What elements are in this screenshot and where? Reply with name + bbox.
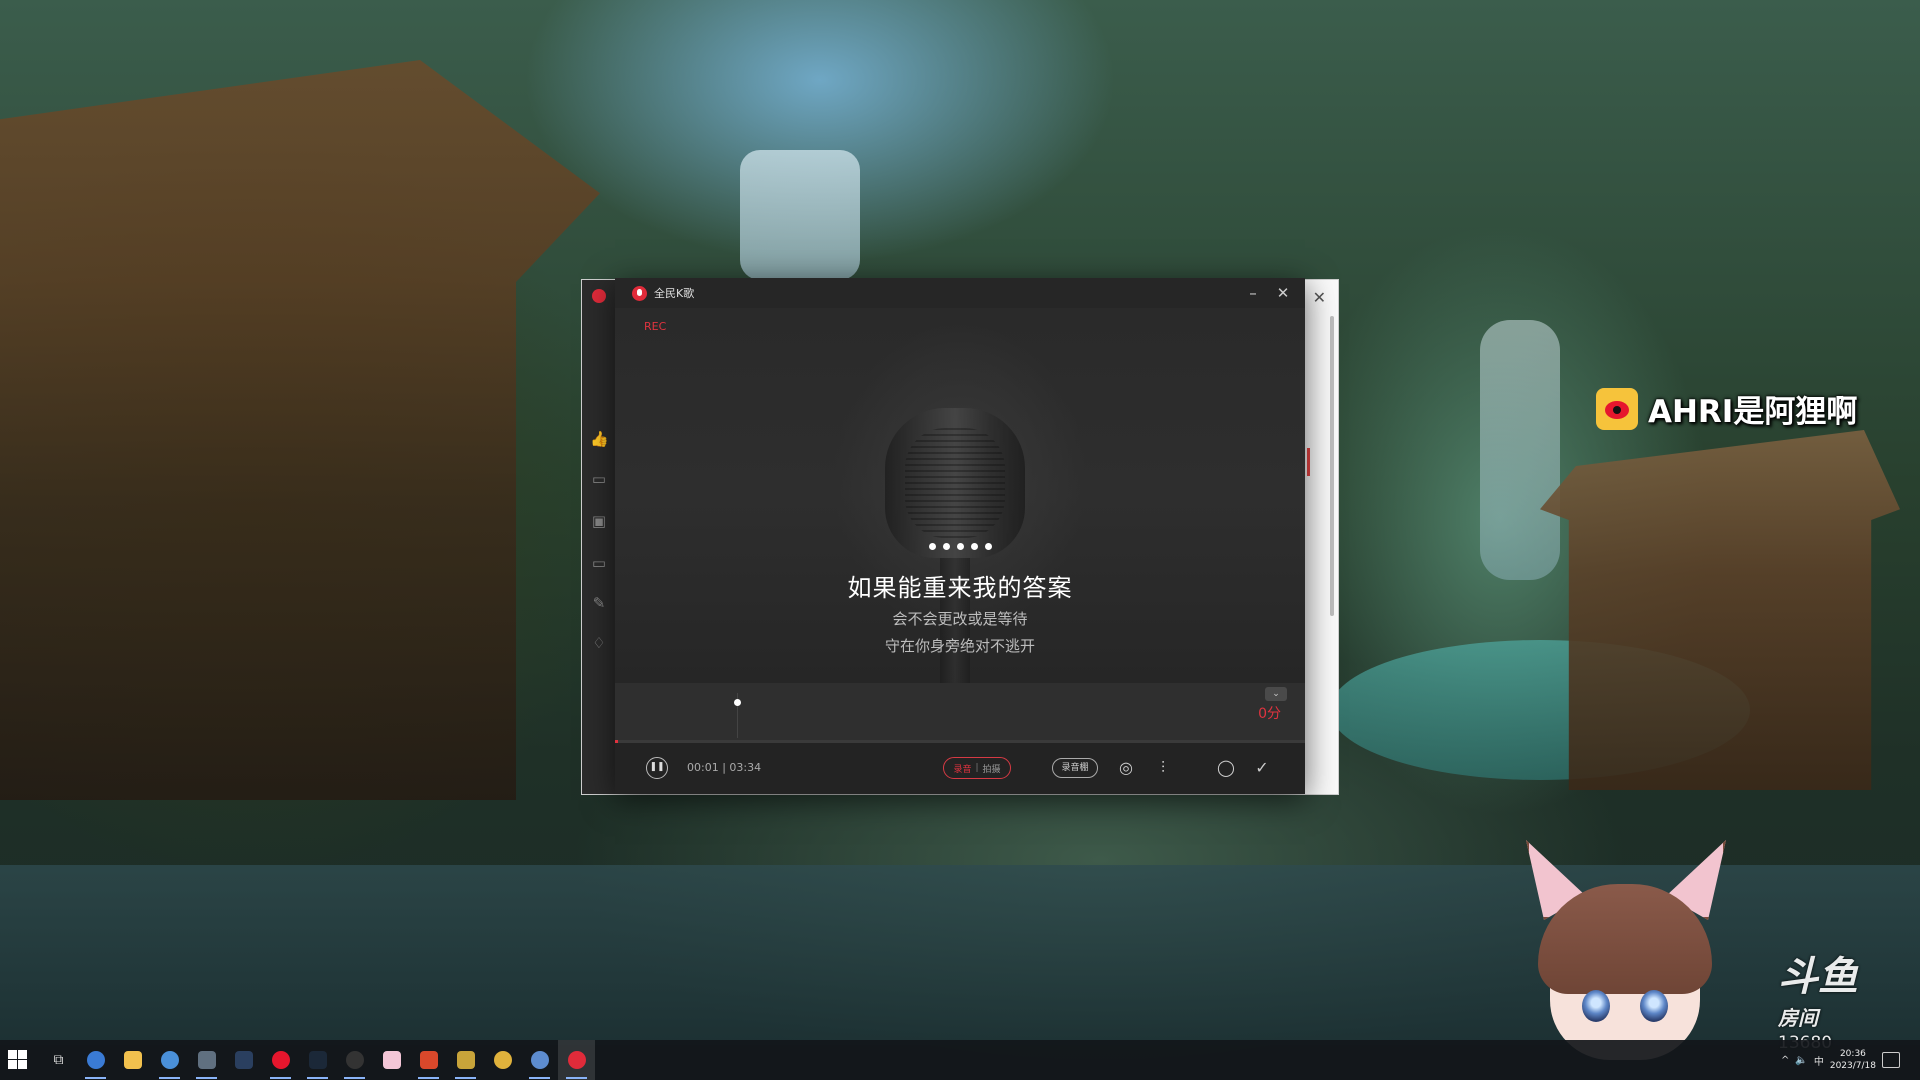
clock-date: 2023/7/18 bbox=[1829, 1061, 1876, 1071]
equalizer-icon[interactable]: ⫶ bbox=[1152, 757, 1174, 779]
minimize-button[interactable]: – bbox=[1241, 282, 1265, 304]
close-button[interactable]: ✕ bbox=[1271, 282, 1295, 304]
pitch-track: ⌄ 0分 bbox=[615, 683, 1305, 740]
start-button[interactable] bbox=[8, 1050, 28, 1070]
time-separator: | bbox=[722, 761, 726, 774]
countdown-dot bbox=[928, 543, 936, 550]
pause-icon: ❚❚ bbox=[649, 762, 665, 772]
avatar-eye-right bbox=[1640, 990, 1668, 1022]
system-tray: ^ 🔈 中 20:36 2023/7/18 bbox=[1781, 1040, 1900, 1080]
weibo-icon bbox=[1596, 387, 1638, 430]
back-window-close-button[interactable]: ✕ bbox=[1313, 288, 1326, 307]
lyric-next-line-2: 守在你身旁绝对不逃开 bbox=[884, 637, 1035, 655]
score-label: 0分 bbox=[1258, 706, 1281, 722]
task-view-icon[interactable]: ⧉ bbox=[40, 1040, 77, 1080]
collapse-button[interactable]: ⌄ bbox=[1265, 687, 1287, 701]
studio-button[interactable]: 录音棚 bbox=[1052, 758, 1098, 778]
volume-icon[interactable]: 🔈 bbox=[1795, 1055, 1807, 1066]
title-bar[interactable]: 全民K歌 bbox=[615, 278, 1305, 308]
douyu-watermark: 斗鱼 房间 13680 bbox=[1778, 944, 1858, 1053]
weibo-overlay: AHRI是阿狸啊 bbox=[1596, 386, 1857, 431]
steam-icon[interactable] bbox=[225, 1040, 262, 1080]
lyric-current-line: 如果能重来我的答案 bbox=[847, 574, 1073, 602]
browser-icon[interactable] bbox=[521, 1040, 558, 1080]
countdown-dot bbox=[942, 543, 950, 550]
countdown-dot bbox=[970, 543, 978, 550]
wallpaper-waterfall bbox=[740, 150, 860, 280]
settings-icon[interactable] bbox=[188, 1040, 225, 1080]
karaoke-app-icon[interactable] bbox=[558, 1040, 595, 1080]
countdown-dot bbox=[956, 543, 964, 550]
back-window-scrollbar[interactable] bbox=[1330, 316, 1334, 616]
lyric-next-line: 会不会更改或是等待 bbox=[892, 610, 1028, 628]
notification-icon[interactable] bbox=[1882, 1052, 1900, 1068]
photo-icon[interactable] bbox=[373, 1040, 410, 1080]
app-logo-icon bbox=[632, 285, 647, 301]
wallpaper-hut-left bbox=[0, 60, 600, 800]
video-icon[interactable]: ▣ bbox=[590, 512, 608, 530]
check-icon[interactable]: ✓ bbox=[1251, 757, 1273, 779]
mode-video-option[interactable]: 拍摄 bbox=[983, 762, 1001, 775]
karaoke-window: 全民K歌 – ✕ REC 如果能重来我的答案 会不会更改或是等待 守在你身旁绝对… bbox=[615, 278, 1305, 794]
current-time: 00:01 bbox=[687, 761, 719, 774]
game-icon[interactable] bbox=[447, 1040, 484, 1080]
countdown-dots bbox=[615, 543, 1305, 550]
avatar-eye-left bbox=[1582, 990, 1610, 1022]
total-time: 03:34 bbox=[729, 761, 762, 774]
window-title: 全民K歌 bbox=[654, 287, 695, 300]
wallpaper-waterfall-right bbox=[1480, 320, 1560, 580]
video-stage: REC 如果能重来我的答案 会不会更改或是等待 守在你身旁绝对不逃开 bbox=[615, 308, 1305, 683]
wallpaper-hut-right bbox=[1540, 430, 1900, 790]
time-display: 00:01 | 03:34 bbox=[687, 761, 761, 774]
mode-audio-option[interactable]: 录音 bbox=[953, 762, 971, 775]
mode-separator: | bbox=[975, 763, 979, 773]
douyu-room-label: 房间 bbox=[1778, 1006, 1818, 1030]
chevron-up-icon[interactable]: ^ bbox=[1781, 1055, 1789, 1066]
app-icon[interactable] bbox=[336, 1040, 373, 1080]
back-window-sidebar: 👍 ▭ ▣ ▭ ✎ ♢ bbox=[582, 280, 616, 794]
game-icon[interactable] bbox=[299, 1040, 336, 1080]
record-mode-toggle[interactable]: 录音 | 拍摄 bbox=[943, 757, 1011, 779]
edit-icon[interactable]: ✎ bbox=[590, 594, 608, 612]
rec-indicator: REC bbox=[644, 320, 667, 333]
file-explorer-icon[interactable] bbox=[114, 1040, 151, 1080]
browser-icon[interactable] bbox=[151, 1040, 188, 1080]
weibo-username: AHRI是阿狸啊 bbox=[1648, 394, 1858, 430]
disk-icon[interactable] bbox=[484, 1040, 521, 1080]
ime-indicator[interactable]: 中 bbox=[1814, 1053, 1824, 1068]
back-window-indicator bbox=[1307, 448, 1310, 476]
media-icon[interactable] bbox=[410, 1040, 447, 1080]
gift-icon[interactable]: ♢ bbox=[590, 634, 608, 652]
app-icon[interactable] bbox=[77, 1040, 114, 1080]
pause-button[interactable]: ❚❚ bbox=[646, 757, 668, 779]
monitor-icon[interactable]: ▭ bbox=[590, 554, 608, 572]
comment-icon[interactable]: ▭ bbox=[590, 470, 608, 488]
taskbar-apps: ⧉ bbox=[40, 1040, 595, 1080]
taskbar: ⧉ ^ 🔈 中 20:36 2023/7/18 bbox=[0, 1040, 1920, 1080]
pitch-cursor-dot bbox=[734, 699, 741, 706]
douyu-logo: 斗鱼 bbox=[1778, 954, 1858, 1000]
restart-icon[interactable]: ◯ bbox=[1215, 757, 1237, 779]
countdown-dot bbox=[984, 543, 992, 550]
weibo-app-icon[interactable] bbox=[262, 1040, 299, 1080]
clock[interactable]: 20:36 2023/7/18 bbox=[1830, 1048, 1876, 1072]
microphone-image bbox=[885, 408, 1025, 558]
camera-icon[interactable]: ◎ bbox=[1115, 757, 1137, 779]
control-bar: ❚❚ 00:01 | 03:34 录音 | 拍摄 录音棚 ◎ ⫶ ◯ ✓ bbox=[615, 743, 1305, 794]
thumbs-up-icon[interactable]: 👍 bbox=[590, 430, 609, 448]
app-logo-icon bbox=[592, 289, 606, 303]
clock-time: 20:36 bbox=[1839, 1049, 1866, 1059]
